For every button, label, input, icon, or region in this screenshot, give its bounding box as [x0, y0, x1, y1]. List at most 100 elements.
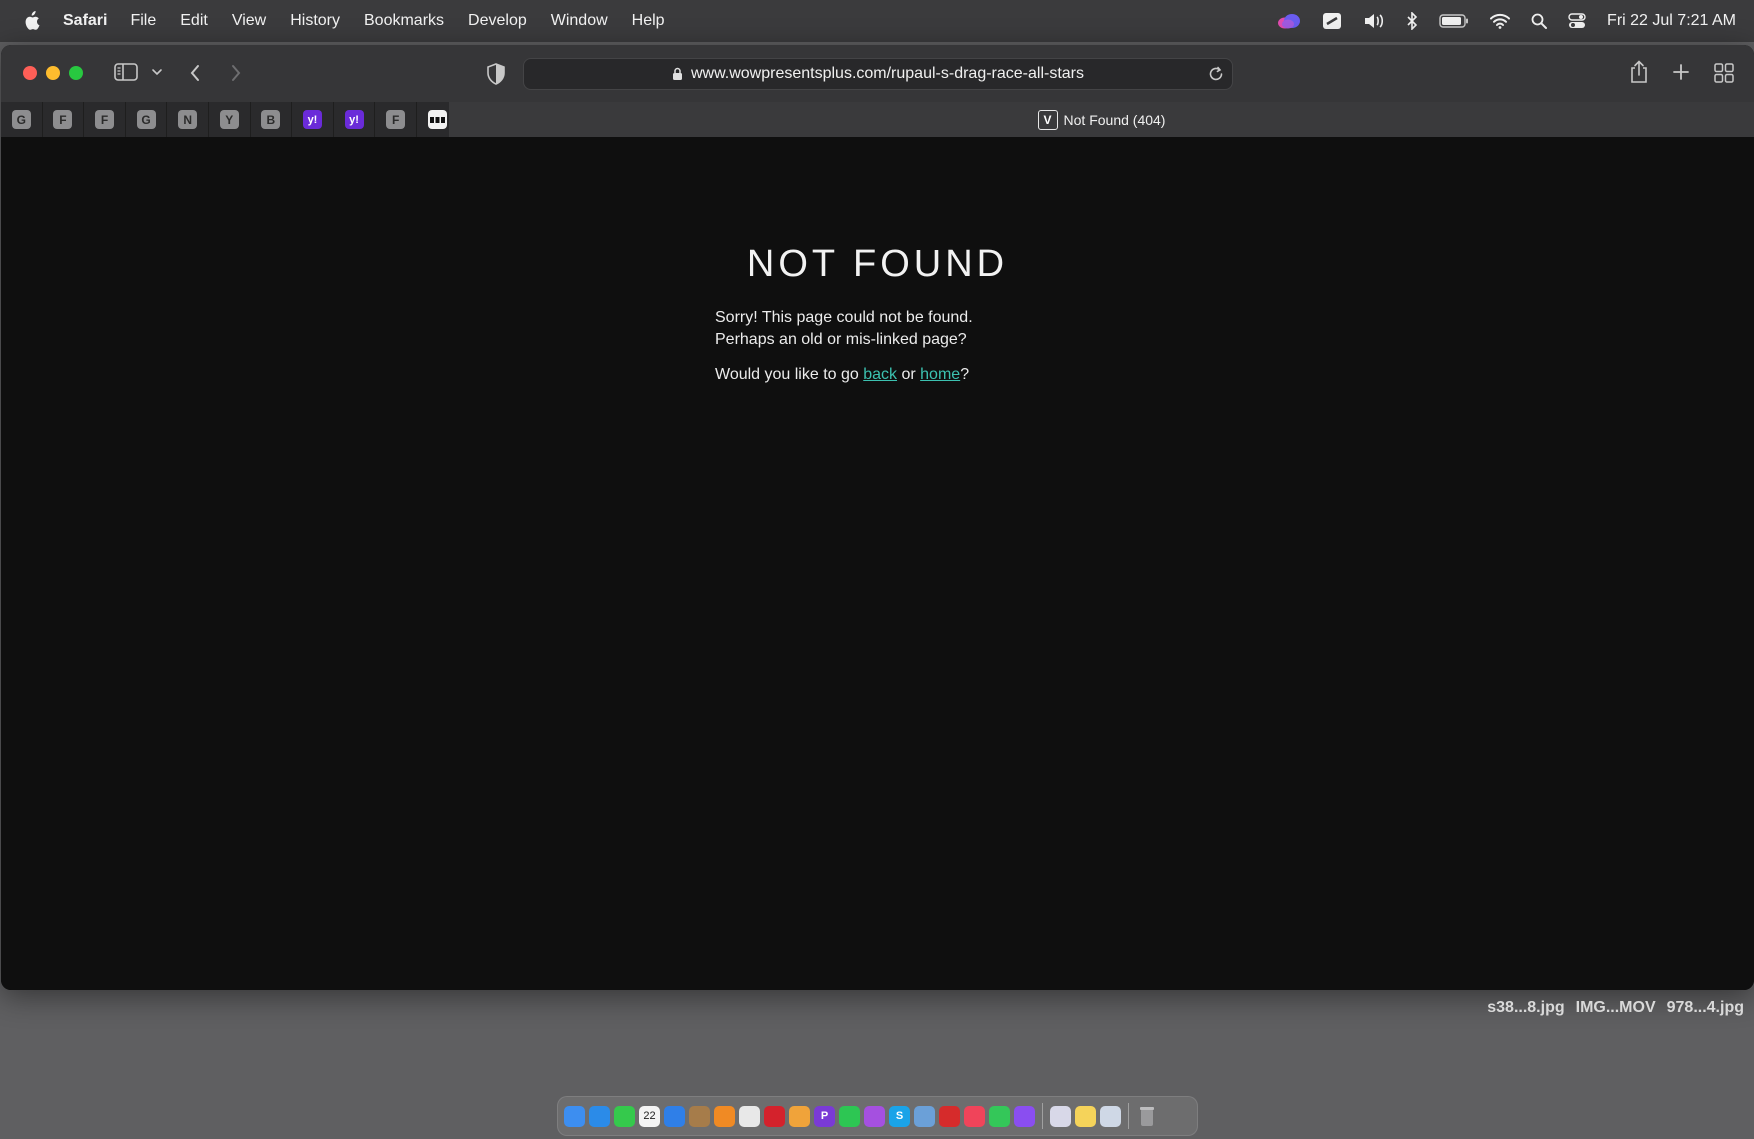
favicon-icon: G	[11, 110, 31, 129]
address-bar[interactable]: www.wowpresentsplus.com/rupaul-s-drag-ra…	[523, 58, 1233, 90]
trash-icon[interactable]	[1136, 1106, 1157, 1127]
creative-cloud-icon[interactable]	[1277, 0, 1301, 42]
pinned-tab[interactable]: F	[42, 102, 85, 137]
apple-icon[interactable]	[21, 10, 41, 32]
pinned-tab[interactable]: F	[84, 102, 126, 137]
dock: 22 P S	[557, 1096, 1198, 1136]
page-title: NOT FOUND	[746, 243, 1009, 285]
spotlight-search-icon[interactable]	[1531, 0, 1548, 42]
podcasts-icon[interactable]	[864, 1105, 885, 1127]
menu-edit[interactable]: Edit	[180, 12, 208, 30]
privacy-shield-icon[interactable]	[486, 63, 506, 85]
desktop-file[interactable]: IMG...MOV	[1576, 999, 1656, 1017]
dock-separator	[1128, 1103, 1129, 1129]
page-content: NOT FOUND Sorry! This page could not be …	[1, 138, 1754, 990]
favicon-icon: y!	[302, 110, 322, 129]
status-menu: Fri 22 Jul 7:21 AM	[1277, 0, 1754, 42]
zoom-window-button[interactable]	[69, 66, 83, 80]
favicon-icon: B	[261, 110, 281, 129]
question-prefix: Would you like to go	[715, 366, 864, 383]
preview-icon[interactable]	[914, 1105, 935, 1127]
desktop-file[interactable]: s38...8.jpg	[1487, 999, 1564, 1017]
pinned-tab[interactable]: y!	[333, 102, 376, 137]
pockity-icon[interactable]: P	[814, 1105, 835, 1127]
forward-arrow-icon[interactable]	[230, 63, 242, 83]
back-arrow-icon[interactable]	[189, 63, 201, 83]
pinned-tab[interactable]: Y	[208, 102, 251, 137]
control-center-icon[interactable]	[1568, 0, 1586, 42]
acrobat-icon[interactable]	[939, 1105, 960, 1127]
question-middle: or	[897, 366, 921, 383]
url-text[interactable]: www.wowpresentsplus.com/rupaul-s-drag-ra…	[691, 65, 1084, 83]
share-icon[interactable]	[1629, 60, 1649, 84]
tab-overview-icon[interactable]	[1714, 63, 1734, 83]
browser-toolbar: www.wowpresentsplus.com/rupaul-s-drag-ra…	[1, 45, 1754, 102]
menu-bookmarks[interactable]: Bookmarks	[364, 12, 444, 30]
back-link[interactable]: back	[863, 366, 897, 383]
desktop-files: s38...8.jpg IMG...MOV 978...4.jpg	[1476, 999, 1744, 1017]
mail-icon[interactable]	[664, 1105, 685, 1127]
battery-icon[interactable]	[1439, 0, 1469, 42]
favicon-icon: Y	[219, 110, 239, 129]
menu-bar: Safari File Edit View History Bookmarks …	[0, 0, 1754, 42]
messenger-icon[interactable]	[1014, 1105, 1035, 1127]
skype-icon[interactable]: S	[889, 1105, 910, 1127]
favicon-icon: y!	[344, 110, 364, 129]
home-link[interactable]: home	[920, 366, 960, 383]
minimize-window-button[interactable]	[46, 66, 60, 80]
menu-clock[interactable]: Fri 22 Jul 7:21 AM	[1607, 12, 1736, 30]
menu-app-name[interactable]: Safari	[63, 12, 107, 30]
menu-file[interactable]: File	[130, 12, 156, 30]
chevron-down-icon[interactable]	[151, 68, 163, 76]
calendar-icon[interactable]: 22	[639, 1105, 660, 1127]
menu-window[interactable]: Window	[551, 12, 608, 30]
close-window-button[interactable]	[23, 66, 37, 80]
photos-icon[interactable]	[789, 1105, 810, 1127]
pinned-tab[interactable]: B	[250, 102, 293, 137]
sidebar-toggle-icon[interactable]	[114, 63, 138, 81]
creative-cloud-icon[interactable]	[1050, 1105, 1071, 1127]
wifi-icon[interactable]	[1490, 0, 1511, 42]
menu-help[interactable]: Help	[632, 12, 665, 30]
safari-icon[interactable]	[589, 1105, 610, 1127]
menu-view[interactable]: View	[232, 12, 266, 30]
vimeo-favicon-icon: V	[1037, 109, 1058, 130]
books-icon[interactable]	[714, 1105, 735, 1127]
display-menu-icon[interactable]	[1322, 0, 1342, 42]
notes-brown-icon[interactable]	[689, 1105, 710, 1127]
favicon-icon: G	[136, 110, 156, 129]
screen-sharing-icon[interactable]	[1100, 1105, 1121, 1127]
active-tab-title: Not Found (404)	[1063, 111, 1166, 128]
messages-icon[interactable]	[614, 1105, 635, 1127]
volume-icon[interactable]	[1363, 0, 1385, 42]
pinned-tab[interactable]: F	[375, 102, 417, 137]
navigation-question: Would you like to go back or home?	[715, 364, 1115, 386]
favicon-icon: F	[94, 110, 114, 129]
chrome-icon[interactable]	[739, 1105, 760, 1127]
notes-icon[interactable]	[1075, 1105, 1096, 1127]
favicon-icon: F	[53, 110, 73, 129]
pinned-tab[interactable]: G	[125, 102, 168, 137]
menu-history[interactable]: History	[290, 12, 340, 30]
menu-develop[interactable]: Develop	[468, 12, 527, 30]
lock-icon	[672, 67, 683, 81]
bluetooth-icon[interactable]	[1406, 0, 1418, 42]
whatsapp-icon[interactable]	[839, 1105, 860, 1127]
pinned-tab[interactable]: G	[1, 102, 43, 137]
pinned-tabs: GFFGNYBy!y!FF	[1, 102, 501, 137]
new-tab-plus-icon[interactable]	[1672, 63, 1690, 81]
music-icon[interactable]	[964, 1105, 985, 1127]
active-tab[interactable]: V Not Found (404)	[449, 102, 1754, 137]
reload-icon[interactable]	[1206, 64, 1226, 84]
finder-icon[interactable]	[564, 1105, 585, 1127]
facetime-icon[interactable]	[989, 1105, 1010, 1127]
opera-icon[interactable]	[764, 1105, 785, 1127]
pinned-tab[interactable]: N	[167, 102, 209, 137]
favicon-icon: N	[178, 110, 198, 129]
question-suffix: ?	[960, 366, 970, 383]
favicon-icon	[427, 110, 447, 129]
desktop-file[interactable]: 978...4.jpg	[1667, 999, 1744, 1017]
pinned-tab[interactable]: y!	[292, 102, 334, 137]
error-message: Sorry! This page could not be found. Per…	[715, 309, 973, 348]
dock-separator	[1042, 1103, 1043, 1129]
